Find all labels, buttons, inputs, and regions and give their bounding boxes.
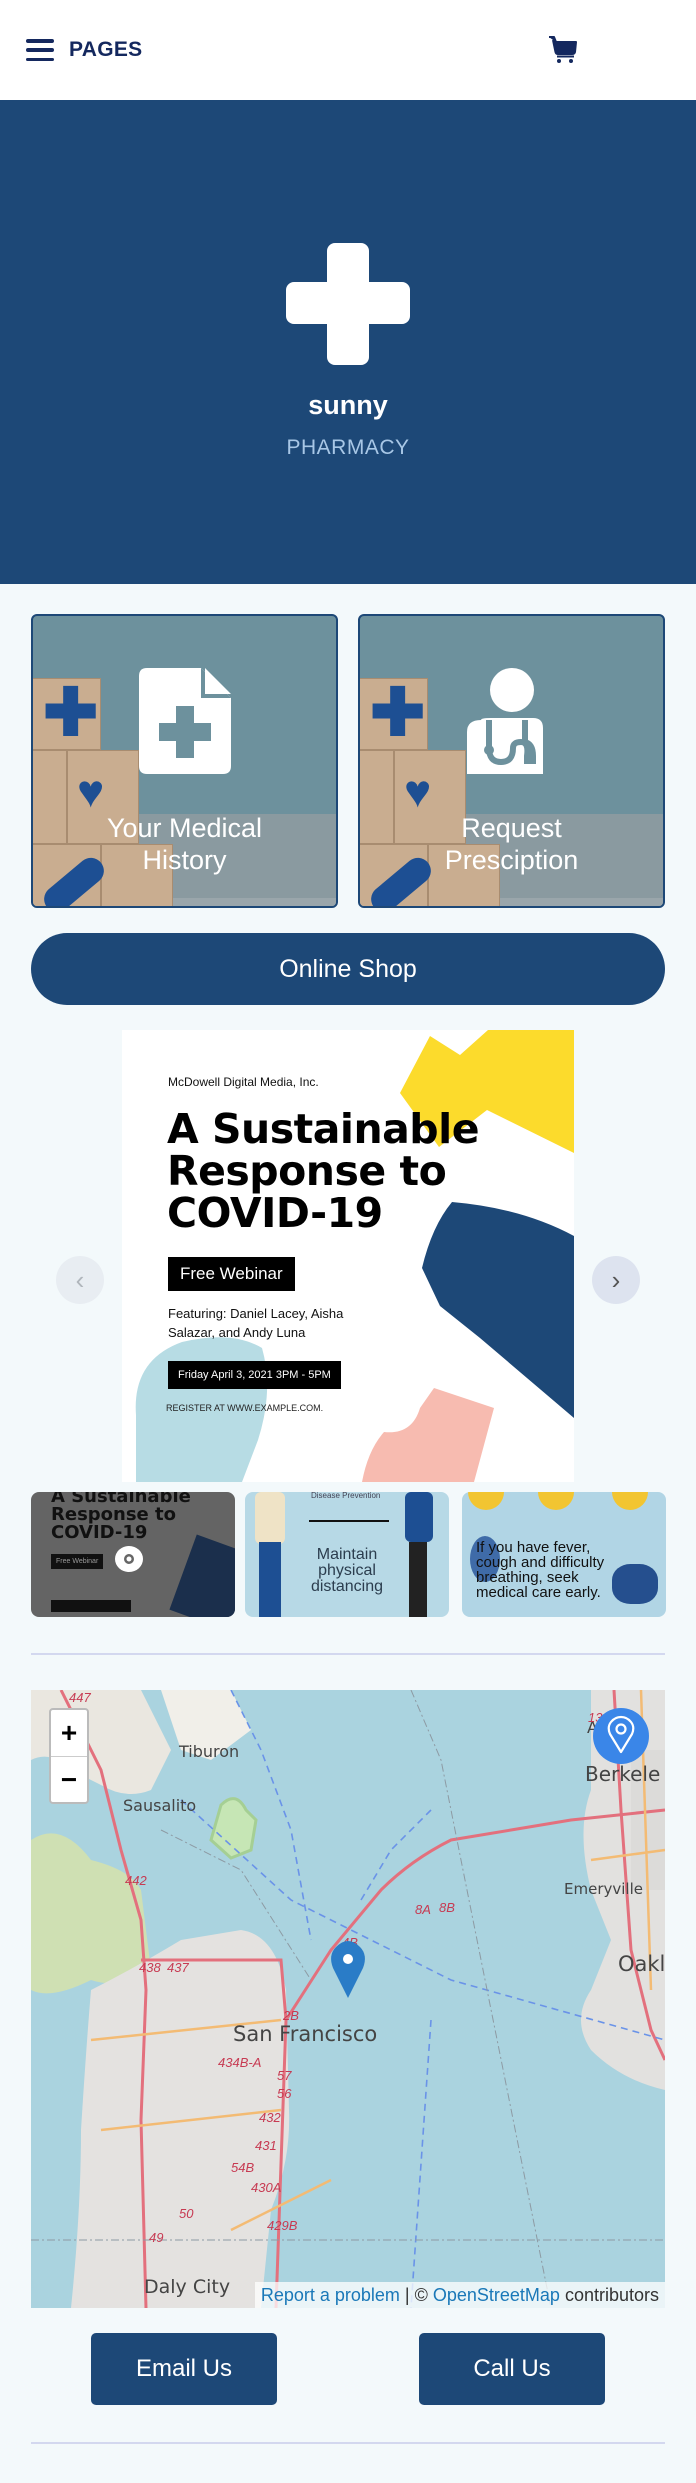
- locate-button[interactable]: [593, 1708, 649, 1764]
- slide-featuring: Featuring: Daniel Lacey, Aisha Salazar, …: [168, 1306, 344, 1340]
- cross-block-icon: ✚: [43, 675, 99, 749]
- carousel-slide[interactable]: McDowell Digital Media, Inc. A Sustainab…: [122, 1030, 574, 1482]
- carousel-thumbnail[interactable]: Disease Prevention Maintain physical dis…: [245, 1492, 449, 1617]
- slide-title: A Sustainable Response to COVID-19: [167, 1105, 480, 1237]
- carousel-prev-button[interactable]: ‹: [56, 1256, 104, 1304]
- pages-menu-label: PAGES: [69, 38, 143, 61]
- call-us-button[interactable]: Call Us: [419, 2333, 605, 2405]
- heart-block-icon: ♥: [404, 765, 432, 817]
- email-us-button[interactable]: Email Us: [91, 2333, 277, 2405]
- request-prescription-card[interactable]: ✚ ♥ Request Presciption: [358, 614, 665, 908]
- carousel-next-button[interactable]: ›: [592, 1256, 640, 1304]
- medical-cross-icon: [286, 243, 410, 365]
- zoom-in-button[interactable]: +: [51, 1710, 87, 1757]
- doctor-icon: [466, 668, 543, 774]
- location-map[interactable]: Tiburon Sausalito Alban Berkele Emeryvil…: [31, 1690, 665, 2308]
- thumb-text: If you have fever, cough and difficulty …: [476, 1539, 605, 1601]
- top-nav-bar: PAGES: [0, 0, 696, 100]
- chevron-left-icon: ‹: [75, 1264, 85, 1295]
- chevron-right-icon: ›: [611, 1264, 621, 1295]
- slide-badge: Free Webinar: [168, 1257, 295, 1291]
- location-pin-icon: [607, 1715, 635, 1754]
- shopping-cart-icon[interactable]: [548, 34, 578, 64]
- pages-menu-button[interactable]: PAGES: [26, 38, 142, 62]
- cross-block-icon: ✚: [370, 675, 426, 749]
- carousel-thumbnail[interactable]: A Sustainable Response to COVID-19 Free …: [31, 1492, 235, 1617]
- medical-history-label: Your Medical History: [106, 813, 263, 875]
- online-shop-button[interactable]: Online Shop: [31, 933, 665, 1005]
- hero-banner: sunny PHARMACY: [0, 100, 696, 584]
- openstreetmap-link[interactable]: OpenStreetMap: [433, 2285, 560, 2305]
- slide-decorative-shapes: [135, 1030, 574, 1482]
- map-zoom-control: + −: [49, 1708, 89, 1804]
- footer-divider: [31, 2442, 665, 2444]
- medical-history-card[interactable]: ✚ ♥ Your Medical History: [31, 614, 338, 908]
- map-marker-icon[interactable]: [328, 1940, 368, 2000]
- medical-file-icon: [138, 668, 231, 774]
- heart-block-icon: ♥: [77, 765, 105, 817]
- slide-date: Friday April 3, 2021 3PM - 5PM: [168, 1361, 341, 1389]
- double-arrow-icon: [309, 1520, 389, 1522]
- brand-subtitle: PHARMACY: [286, 436, 410, 459]
- thumb-text: Maintain physical distancing: [310, 1546, 384, 1595]
- section-divider: [31, 1653, 665, 1655]
- hamburger-menu-icon: [26, 39, 54, 61]
- request-prescription-label: Request Presciption: [444, 813, 579, 875]
- map-attribution: Report a problem | © OpenStreetMap contr…: [254, 2282, 665, 2308]
- report-problem-link[interactable]: Report a problem: [261, 2285, 400, 2305]
- carousel-thumbnail[interactable]: If you have fever, cough and difficulty …: [462, 1492, 666, 1617]
- zoom-out-button[interactable]: −: [51, 1757, 87, 1804]
- thumb-title: A Sustainable Response to COVID-19: [51, 1492, 191, 1543]
- slide-company: McDowell Digital Media, Inc.: [168, 1075, 319, 1089]
- eye-icon: [115, 1546, 143, 1572]
- brand-name: sunny: [308, 390, 388, 420]
- slide-register: REGISTER AT WWW.EXAMPLE.COM.: [166, 1403, 324, 1413]
